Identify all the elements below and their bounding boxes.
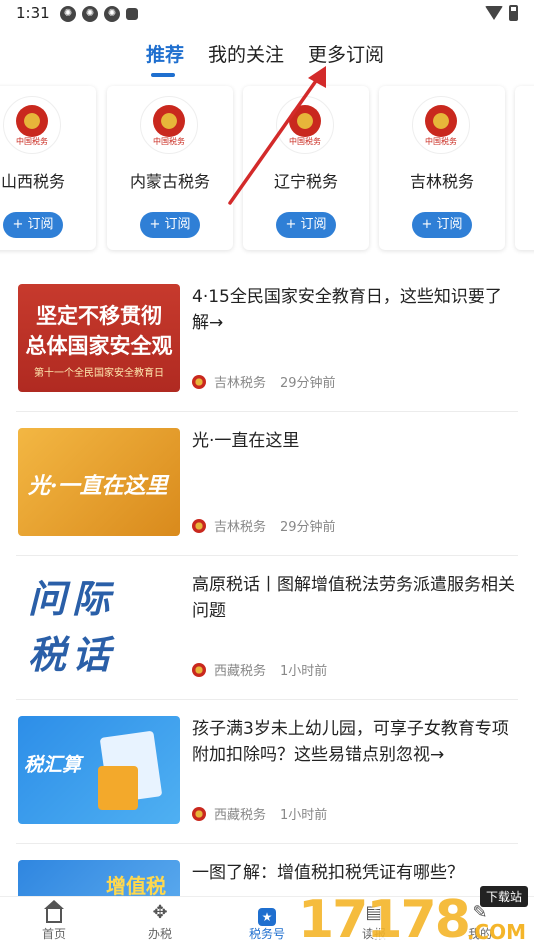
article-time: 1小时前 [280,808,328,823]
tab-more-subscriptions[interactable]: 更多订阅 [308,40,384,67]
article-item[interactable]: 问际 税话 高原税话丨图解增值税法劳务派遣服务相关问题 西藏税务 1小时前 [16,560,518,700]
article-source: 西藏税务 [214,808,267,823]
nav-label: 税务号 [248,927,285,941]
subscription-name: 内蒙古税务 [129,172,210,191]
subscription-card-partial[interactable] [515,86,534,250]
app-screen: 1:31 ✺ ✺ ✺ 推荐 我的关注 更多订阅 中国税务 山西税务 + 订阅 中… [0,0,534,950]
status-time: 1:31 [16,4,50,22]
article-title: 孩子满3岁未上幼儿园，可享子女教育专项附加扣除吗？这些易错点别忽视→ [192,719,509,765]
subscribe-button[interactable]: + 订阅 [140,212,200,238]
subscription-card[interactable]: 中国税务 吉林税务 + 订阅 [379,86,505,250]
thumb-text: 第十一个全民国家安全教育日 [34,368,164,379]
wifi-icon [485,6,503,20]
thumb-text: 增值税 [106,874,166,898]
thumb-text: 光·一直在这里 [28,473,168,499]
status-bar: 1:31 ✺ ✺ ✺ [0,0,534,30]
article-title: 高原税话丨图解增值税法劳务派遣服务相关问题 [192,575,515,621]
app-notification-icon: ✺ [82,6,98,22]
subscription-card[interactable]: 中国税务 内蒙古税务 + 订阅 [107,86,233,250]
article-thumbnail: 光·一直在这里 [18,428,180,536]
source-logo-icon [192,518,206,533]
article-item[interactable]: 光·一直在这里 光·一直在这里 吉林税务 29分钟前 [16,416,518,556]
article-thumbnail: 税汇算 [18,716,180,824]
watermark-domain: .COM [466,920,526,944]
handshake-icon: ✥ [152,902,168,923]
article-title: 光·一直在这里 [192,431,300,451]
subscription-name: 辽宁税务 [273,172,338,191]
subscription-name: 吉林税务 [409,172,474,191]
article-item[interactable]: 坚定不移贯彻 总体国家安全观 第十一个全民国家安全教育日 4·15全民国家安全教… [16,272,518,412]
article-item[interactable]: 税汇算 孩子满3岁未上幼儿园，可享子女教育专项附加扣除吗？这些易错点别忽视→ 西… [16,704,518,844]
subscription-carousel[interactable]: 中国税务 山西税务 + 订阅 中国税务 内蒙古税务 + 订阅 中国税务 辽宁税务… [0,86,534,250]
home-icon [44,900,64,923]
article-title: 一图了解：增值税扣税凭证有哪些？ [192,863,464,883]
article-meta: 吉林税务 29分钟前 [192,516,336,535]
nav-label: 首页 [41,927,66,941]
nav-tax-service[interactable]: ✥ 办税 [130,901,190,942]
article-time: 1小时前 [280,664,328,679]
tax-emblem-icon: 中国税务 [412,96,470,154]
source-logo-icon [192,662,206,677]
article-thumbnail: 坚定不移贯彻 总体国家安全观 第十一个全民国家安全教育日 [18,284,180,392]
subscribe-button[interactable]: + 订阅 [276,212,336,238]
app-notification-icon: ✺ [60,6,76,22]
thumb-text: 坚定不移贯彻 [36,304,162,328]
subscription-card[interactable]: 中国税务 山西税务 + 订阅 [0,86,96,250]
top-tabs: 推荐 我的关注 更多订阅 [0,40,534,80]
article-meta: 吉林税务 29分钟前 [192,372,336,391]
subscribe-button[interactable]: + 订阅 [412,212,472,238]
subscribe-button[interactable]: + 订阅 [3,212,63,238]
tax-emblem-icon: 中国税务 [140,96,198,154]
article-source: 西藏税务 [214,664,267,679]
thumb-text: 税汇算 [24,754,82,776]
thumb-text: 总体国家安全观 [25,334,173,358]
article-title: 4·15全民国家安全教育日，这些知识要了解→ [192,287,502,333]
article-source: 吉林税务 [214,376,267,391]
article-time: 29分钟前 [280,520,336,535]
article-source: 吉林税务 [214,520,267,535]
tax-emblem-icon: 中国税务 [276,96,334,154]
app-notification-icon: ✺ [104,6,120,22]
article-meta: 西藏税务 1小时前 [192,804,327,823]
thumb-graphic [98,766,138,810]
subscription-card[interactable]: 中国税务 辽宁税务 + 订阅 [243,86,369,250]
thumb-text: 问际 [28,577,117,621]
article-thumbnail: 问际 税话 [18,572,180,680]
system-icons [485,5,518,21]
nav-home[interactable]: 首页 [24,900,84,942]
article-meta: 西藏税务 1小时前 [192,660,327,679]
tab-following[interactable]: 我的关注 [208,40,284,67]
site-watermark: 17178 下载站 .COM [298,886,528,950]
app-notification-icon [126,8,138,20]
source-logo-icon [192,806,206,821]
article-time: 29分钟前 [280,376,336,391]
source-logo-icon [192,374,206,389]
watermark-digits: 17178 [298,890,471,950]
watermark-tag: 下载站 [479,886,528,907]
active-tab-indicator [151,73,175,77]
thumb-text: 税话 [28,633,117,677]
nav-label: 办税 [147,927,172,941]
tax-emblem-icon: 中国税务 [3,96,61,154]
battery-icon [509,5,518,21]
nav-tax-account[interactable]: ★ 税务号 [237,901,297,942]
notification-icons: ✺ ✺ ✺ [60,6,138,22]
subscription-name: 山西税务 [0,172,65,191]
tab-recommended[interactable]: 推荐 [146,40,184,67]
star-badge-icon: ★ [258,908,276,926]
